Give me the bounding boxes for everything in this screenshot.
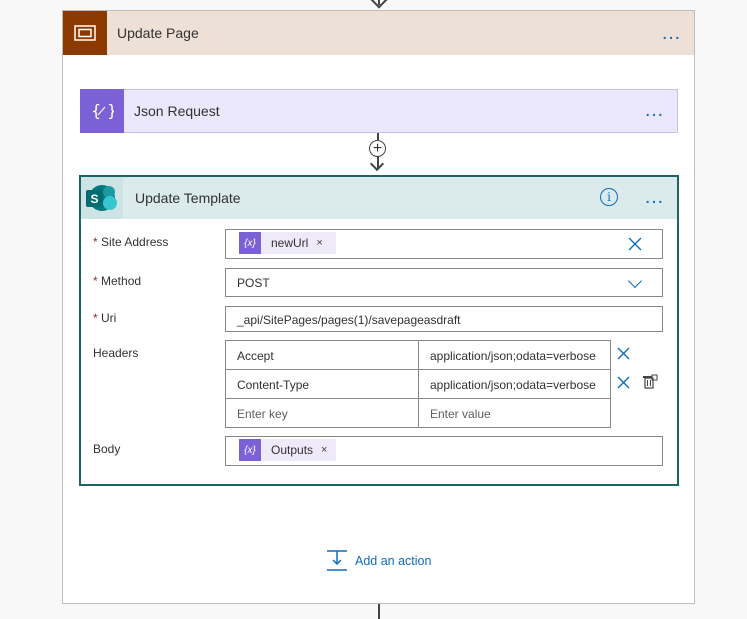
required-mark: *: [93, 311, 98, 325]
scope-more-button[interactable]: …: [661, 23, 683, 43]
method-value: POST: [237, 276, 270, 290]
token-remove-button[interactable]: ×: [321, 444, 327, 456]
method-label-text: Method: [101, 274, 142, 288]
body-label: Body: [93, 442, 121, 456]
header-key-text: Content-Type: [237, 377, 310, 392]
header-value-text: application/json;odata=verbose: [430, 348, 596, 363]
info-icon[interactable]: i: [600, 188, 618, 206]
clear-site-address-button[interactable]: [628, 237, 642, 256]
method-dropdown[interactable]: [225, 268, 663, 297]
trash-icon: [643, 374, 658, 389]
header-value-placeholder: Enter value: [430, 406, 491, 421]
uri-label: * Uri: [93, 311, 116, 325]
body-token[interactable]: {x} Outputs ×: [239, 439, 336, 461]
json-request-more-button[interactable]: …: [644, 100, 666, 120]
headers-label: Headers: [93, 346, 139, 360]
token-label: Outputs: [271, 443, 314, 457]
svg-text:}: }: [107, 101, 114, 120]
remove-header-row-2-button[interactable]: [617, 376, 630, 394]
site-address-token[interactable]: {x} newUrl ×: [239, 232, 336, 254]
connector-top-arrow: [370, 0, 388, 9]
remove-header-row-1-button[interactable]: [617, 347, 630, 365]
required-mark: *: [93, 274, 98, 288]
close-icon: [617, 347, 630, 360]
variable-icon: { }: [80, 89, 124, 133]
sharepoint-icon: S: [81, 177, 123, 219]
header-value-text: application/json;odata=verbose: [430, 377, 596, 392]
variable-icon: {x}: [239, 439, 261, 461]
site-address-label-text: Site Address: [101, 235, 169, 249]
delete-headers-button[interactable]: [642, 374, 658, 395]
scope-icon: [63, 11, 107, 55]
update-template-more-button[interactable]: …: [644, 187, 666, 207]
json-request-title: Json Request: [134, 103, 220, 119]
header-key-text: Accept: [237, 348, 274, 363]
uri-value: _api/SitePages/pages(1)/savepageasdraft: [237, 313, 461, 327]
add-action-button[interactable]: Add an action: [355, 554, 431, 568]
scope-title: Update Page: [117, 25, 199, 41]
info-glyph: i: [607, 190, 611, 204]
variable-icon: {x}: [239, 232, 261, 254]
required-mark: *: [93, 235, 98, 249]
header-value-input[interactable]: application/json;odata=verbose: [419, 370, 610, 399]
method-label: * Method: [93, 274, 141, 288]
insert-step-button[interactable]: +: [369, 140, 386, 157]
connector-bottom: [378, 604, 380, 619]
plus-icon: +: [372, 139, 383, 157]
uri-label-text: Uri: [101, 311, 117, 325]
token-remove-button[interactable]: ×: [316, 237, 322, 249]
header-key-placeholder: Enter key: [237, 406, 288, 421]
header-key-input-empty[interactable]: Enter key: [226, 399, 418, 428]
header-key-input[interactable]: Content-Type: [226, 370, 418, 399]
header-key-input[interactable]: Accept: [226, 341, 418, 370]
update-template-title: Update Template: [135, 190, 241, 206]
header-value-input-empty[interactable]: Enter value: [419, 399, 610, 428]
svg-text:{: {: [91, 101, 101, 120]
close-icon: [628, 237, 642, 251]
site-address-label: * Site Address: [93, 235, 168, 249]
header-value-input[interactable]: application/json;odata=verbose: [419, 341, 610, 370]
close-icon: [617, 376, 630, 389]
token-label: newUrl: [271, 236, 309, 250]
add-action-icon[interactable]: [327, 550, 347, 576]
